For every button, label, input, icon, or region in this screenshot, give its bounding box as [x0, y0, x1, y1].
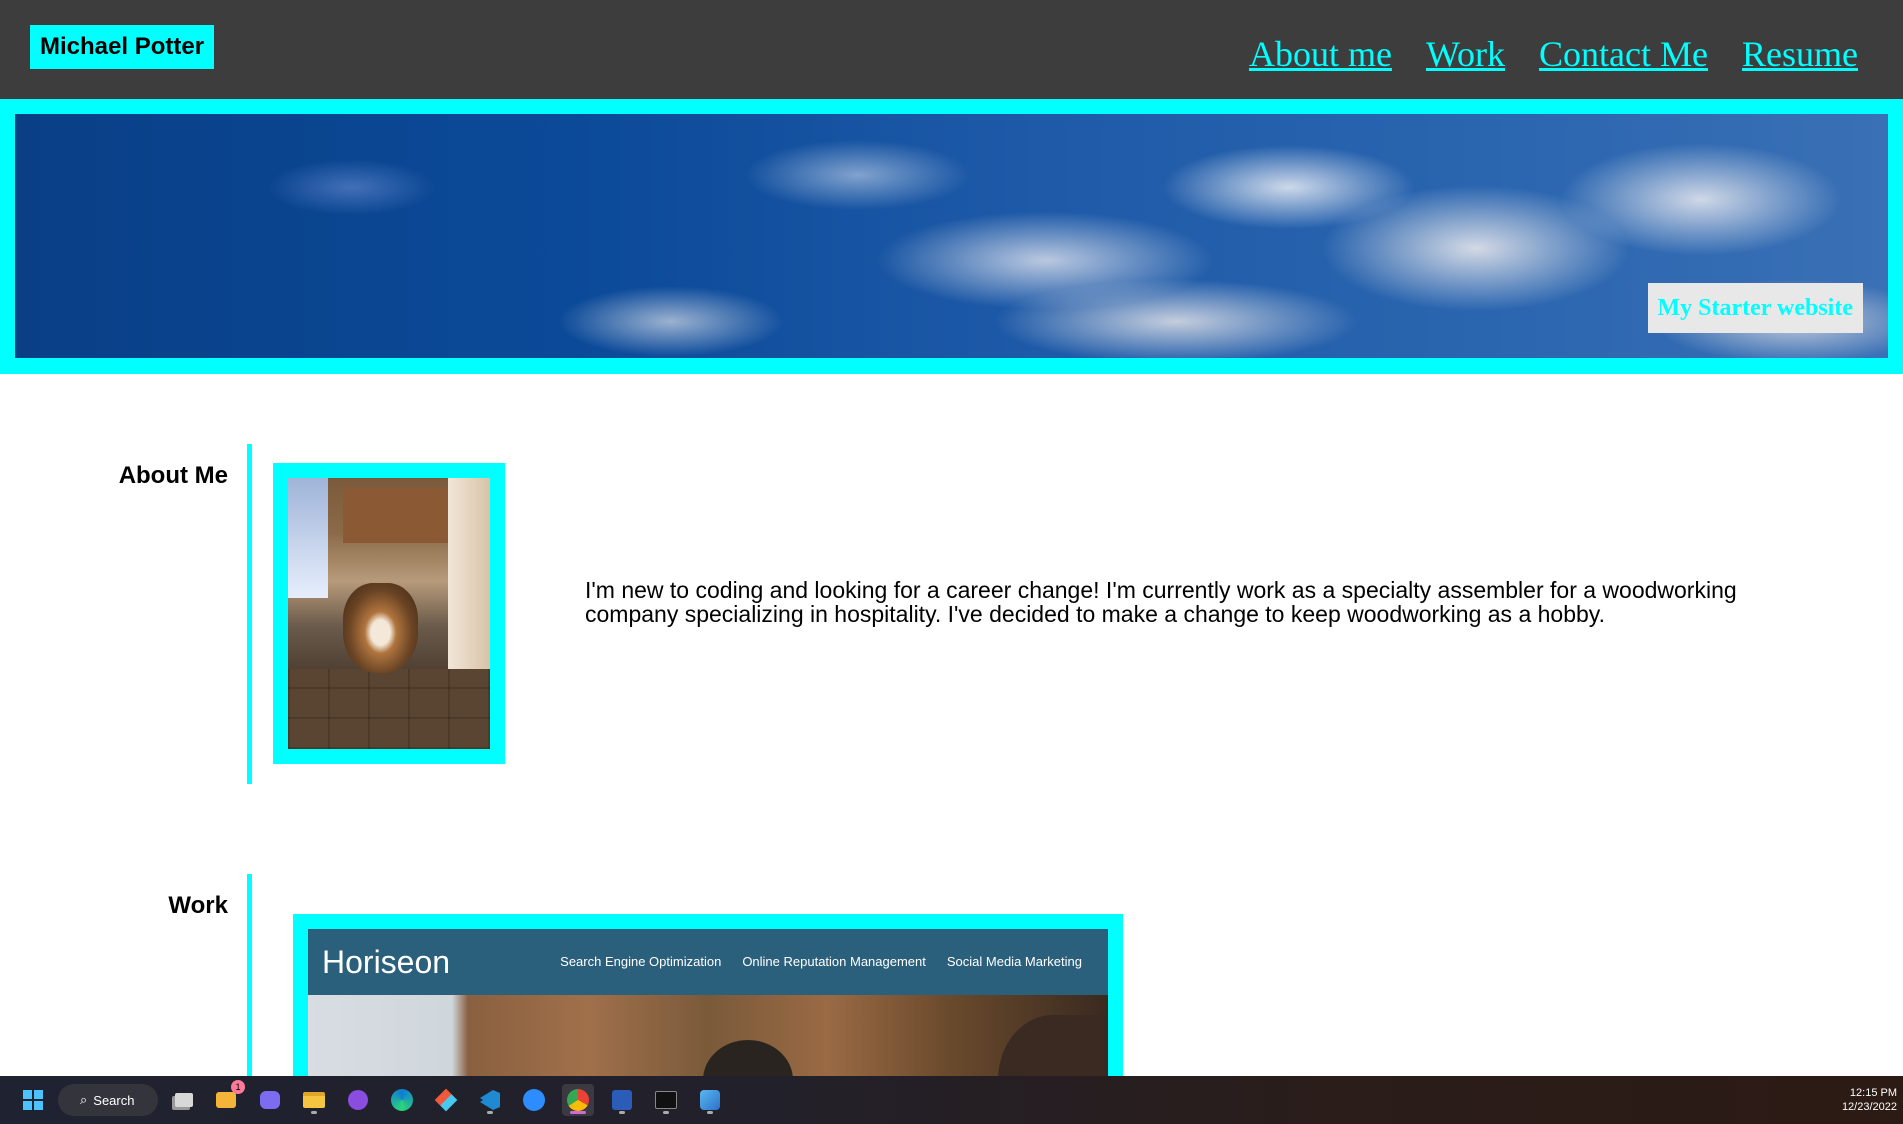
- taskbar: ⌕ Search 1 12:15 PM 12/23/2022: [0, 1076, 1903, 1124]
- clock-time: 12:15 PM: [1849, 1087, 1897, 1099]
- chrome-icon[interactable]: [562, 1084, 594, 1116]
- nav-link-resume[interactable]: Resume: [1742, 30, 1858, 78]
- nav-link-about[interactable]: About me: [1249, 30, 1392, 78]
- site-header: Michael Potter About me Work Contact Me …: [0, 0, 1903, 99]
- system-clock[interactable]: 12:15 PM 12/23/2022: [1842, 1086, 1897, 1114]
- task-view-icon[interactable]: [168, 1084, 200, 1116]
- taskbar-search[interactable]: ⌕ Search: [58, 1084, 158, 1116]
- edge-icon[interactable]: [386, 1084, 418, 1116]
- clock-date: 12/23/2022: [1841, 1101, 1897, 1113]
- vscode-icon[interactable]: [474, 1084, 506, 1116]
- nav-link-contact[interactable]: Contact Me: [1539, 30, 1708, 78]
- about-text: I'm new to coding and looking for a care…: [585, 577, 1737, 627]
- horiseon-header: Horiseon Search Engine Optimization Onli…: [308, 929, 1108, 995]
- folder-icon[interactable]: [298, 1084, 330, 1116]
- horiseon-logo: Horiseon: [322, 944, 451, 980]
- profile-photo: [288, 478, 490, 749]
- horiseon-nav: Search Engine Optimization Online Reputa…: [560, 929, 1082, 995]
- about-heading: About Me: [118, 462, 228, 489]
- zoom-icon[interactable]: [518, 1084, 550, 1116]
- search-icon: ⌕: [80, 1092, 88, 1108]
- git-icon[interactable]: [430, 1084, 462, 1116]
- horiseon-nav-seo: Search Engine Optimization: [560, 954, 722, 969]
- site-brand[interactable]: Michael Potter: [30, 25, 215, 69]
- word-icon[interactable]: [606, 1084, 638, 1116]
- hero-tagline: My Starter website: [1647, 283, 1863, 333]
- terminal-icon[interactable]: [650, 1084, 682, 1116]
- hero-sky-image: My Starter website: [15, 114, 1888, 358]
- chat-icon[interactable]: [254, 1084, 286, 1116]
- windows-start-icon[interactable]: [17, 1084, 49, 1116]
- notification-badge: 1: [231, 1080, 245, 1094]
- work-heading: Work: [168, 892, 228, 919]
- widgets-icon[interactable]: 1: [210, 1080, 245, 1116]
- hero-banner: My Starter website: [0, 99, 1903, 374]
- github-desktop-icon[interactable]: [342, 1084, 374, 1116]
- horiseon-nav-orm: Online Reputation Management: [742, 954, 926, 969]
- photos-icon[interactable]: [694, 1084, 726, 1116]
- profile-photo-frame: [273, 463, 505, 764]
- about-divider: [247, 444, 252, 784]
- horiseon-nav-smm: Social Media Marketing: [946, 954, 1082, 969]
- taskbar-search-label: Search: [93, 1092, 135, 1108]
- main-nav: About me Work Contact Me Resume: [1249, 30, 1858, 78]
- nav-link-work[interactable]: Work: [1426, 30, 1505, 78]
